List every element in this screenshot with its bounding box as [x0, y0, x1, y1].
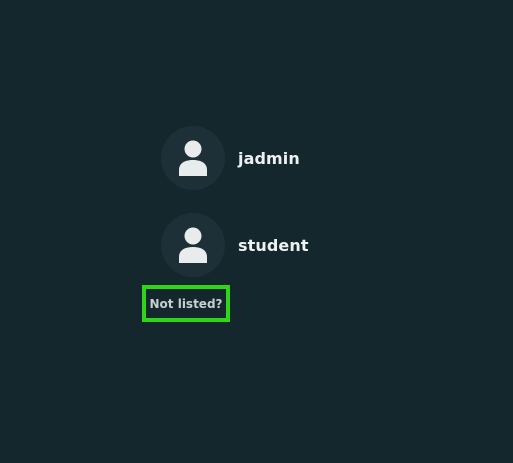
- user-silhouette-icon: [179, 140, 207, 176]
- user-list-item-student[interactable]: student: [161, 213, 309, 277]
- user-silhouette-icon: [179, 227, 207, 263]
- avatar: [161, 126, 225, 190]
- avatar: [161, 213, 225, 277]
- user-list-item-jadmin[interactable]: jadmin: [161, 126, 300, 190]
- not-listed-button[interactable]: Not listed?: [142, 285, 230, 322]
- username-label: jadmin: [238, 148, 300, 168]
- not-listed-label: Not listed?: [149, 296, 223, 311]
- username-label: student: [238, 235, 309, 255]
